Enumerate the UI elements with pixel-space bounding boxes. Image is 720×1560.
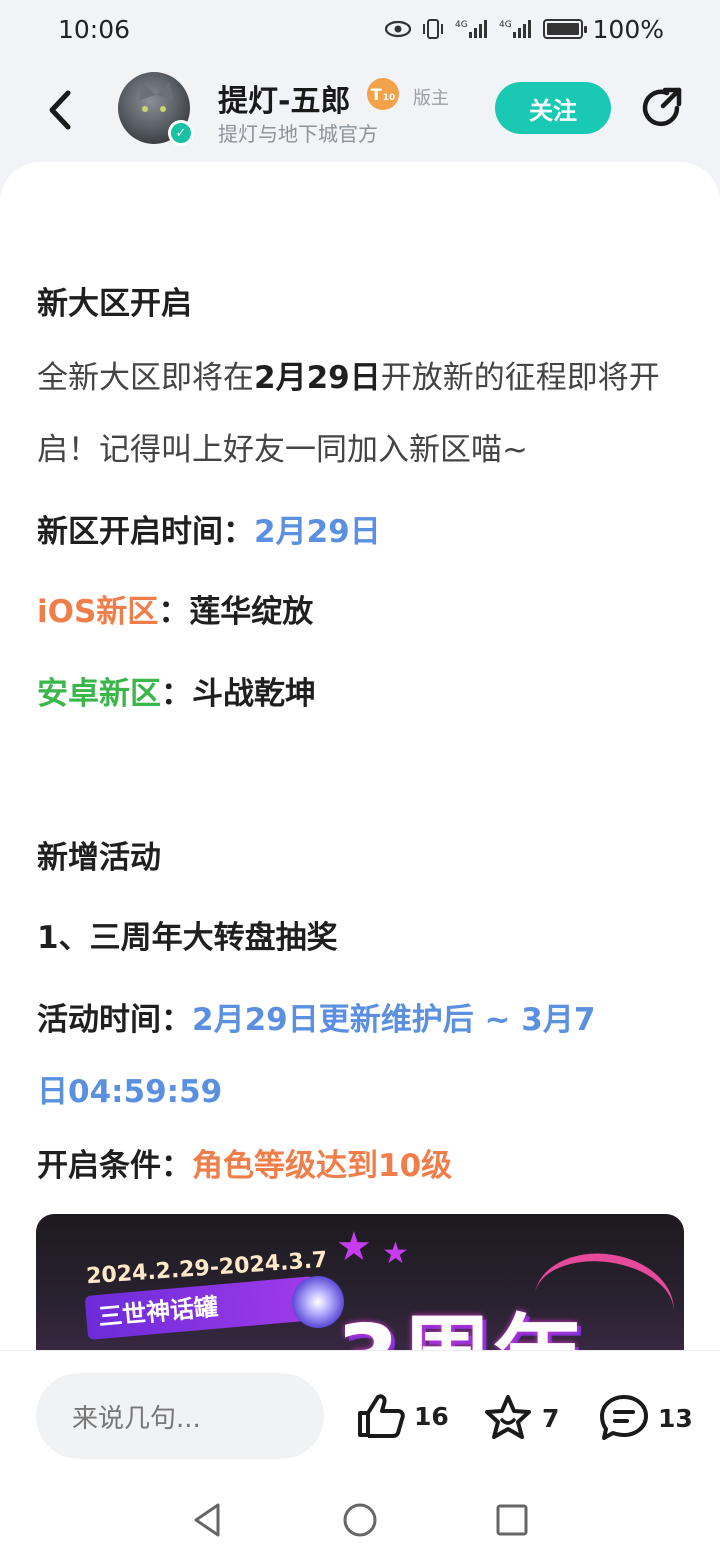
star-icon: ★ xyxy=(336,1224,372,1270)
author-subtitle: 提灯与地下城官方 xyxy=(218,122,378,146)
signal-4g-icon-2: 4G xyxy=(499,20,531,38)
svg-text:4G: 4G xyxy=(499,20,512,30)
status-bar: 10:06 4G 4G 100% xyxy=(0,0,720,58)
intro-paragraph: 全新大区即将在2月29日开放新的征程即将开启！记得叫上好友一同加入新区喵~ xyxy=(37,360,660,468)
post-header: ✓ 提灯-五郎 T 10 版主 提灯与地下城官方 关注 xyxy=(0,62,720,158)
section-title-new-activity: 新增活动 xyxy=(37,840,161,876)
post-content: 新大区开启 全新大区即将在2月29日开放新的征程即将开启！记得叫上好友一同加入新… xyxy=(0,162,720,1350)
thumbs-up-icon xyxy=(358,1394,405,1438)
activity-time-line: 活动时间：2月29日更新维护后 ~ 3月7 xyxy=(37,1002,596,1038)
svg-text:4G: 4G xyxy=(455,20,468,30)
signal-4g-icon: 4G xyxy=(455,20,487,38)
comment-bubble-icon xyxy=(600,1395,648,1440)
activity-banner-image[interactable]: ★ ★ 2024.2.29-2024.3.7 三世神话罐 3周年 xyxy=(36,1214,684,1350)
home-circle-icon[interactable] xyxy=(340,1500,380,1540)
recents-square-icon[interactable] xyxy=(492,1500,532,1540)
back-button[interactable] xyxy=(38,86,82,134)
share-button[interactable] xyxy=(637,84,685,132)
author-name[interactable]: 提灯-五郎 xyxy=(218,76,350,120)
vibrate-icon xyxy=(422,19,443,39)
open-time-line: 新区开启时间：2月29日 xyxy=(37,514,381,550)
comment-input[interactable]: 来说几句... xyxy=(36,1373,324,1459)
favorite-button[interactable]: 7 xyxy=(482,1393,559,1443)
bottom-action-bar: 来说几句... 16 7 13 xyxy=(0,1350,720,1480)
banner-wing-decoration xyxy=(527,1244,681,1350)
section-title-new-server: 新大区开启 xyxy=(37,286,192,322)
ios-server-line: iOS新区：莲华绽放 xyxy=(37,594,314,630)
condition-line: 开启条件：角色等级达到10级 xyxy=(37,1148,453,1184)
status-time: 10:06 xyxy=(58,14,131,44)
back-triangle-icon[interactable] xyxy=(188,1500,228,1540)
star-outline-icon xyxy=(485,1395,531,1439)
follow-button[interactable]: 关注 xyxy=(495,82,611,134)
star-icon-2: ★ xyxy=(382,1236,409,1271)
battery-percent: 100% xyxy=(592,14,664,44)
like-button[interactable]: 16 xyxy=(356,1393,449,1439)
activity-time-line-2: 日04:59:59 xyxy=(37,1074,223,1110)
android-server-line: 安卓新区：斗战乾坤 xyxy=(37,676,316,712)
chevron-left-icon xyxy=(49,90,71,130)
status-icons: 4G 4G 100% xyxy=(384,14,664,44)
activity-title: 1、三周年大转盘抽奖 xyxy=(37,920,338,956)
like-count: 16 xyxy=(414,1401,449,1431)
avatar[interactable]: ✓ xyxy=(118,72,194,146)
share-icon xyxy=(642,87,682,127)
level-badge-icon: T 10 xyxy=(367,78,399,110)
comment-button[interactable]: 13 xyxy=(598,1393,693,1443)
comment-count: 13 xyxy=(658,1403,693,1433)
eye-icon xyxy=(384,20,411,38)
role-tag: 版主 xyxy=(413,88,449,109)
favorite-count: 7 xyxy=(542,1403,560,1433)
verified-check-icon: ✓ xyxy=(168,120,194,146)
system-nav-bar xyxy=(0,1480,720,1560)
battery-icon xyxy=(542,19,587,39)
